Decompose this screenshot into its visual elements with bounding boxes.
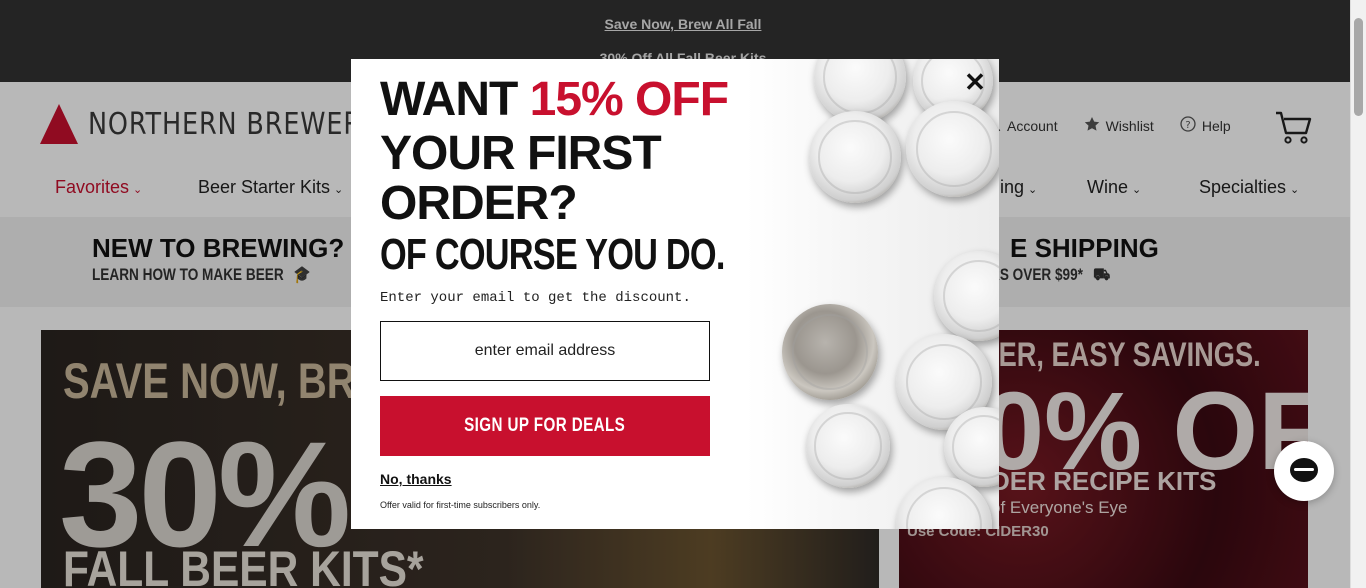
headline-want: WANT [380, 73, 530, 126]
email-input[interactable]: enter email address [380, 321, 710, 381]
close-icon[interactable]: ✕ [963, 69, 987, 95]
chat-button[interactable] [1274, 441, 1334, 501]
page-scrollbar[interactable] [1350, 0, 1366, 588]
bottle-caps-image [746, 59, 999, 529]
offer-fine-print: Offer valid for first-time subscribers o… [380, 500, 541, 510]
sign-up-label: SIGN UP FOR DEALS [464, 415, 626, 436]
modal-headline-2: YOUR FIRST [380, 127, 662, 180]
scrollbar-thumb[interactable] [1354, 18, 1363, 116]
sign-up-button[interactable]: SIGN UP FOR DEALS [380, 396, 710, 456]
chat-bubble-icon [1290, 458, 1318, 482]
modal-subtext: Enter your email to get the discount. [380, 290, 691, 306]
headline-discount: 15% OFF [529, 73, 729, 126]
no-thanks-link[interactable]: No, thanks [380, 471, 452, 487]
modal-headline-4: OF COURSE YOU DO. [380, 230, 725, 279]
email-signup-modal: ✕ WANT 15% OFF YOUR FIRST ORDER? OF COUR… [351, 59, 999, 529]
modal-headline-3: ORDER? [380, 177, 578, 230]
modal-headline-1: WANT 15% OFF [380, 73, 729, 126]
